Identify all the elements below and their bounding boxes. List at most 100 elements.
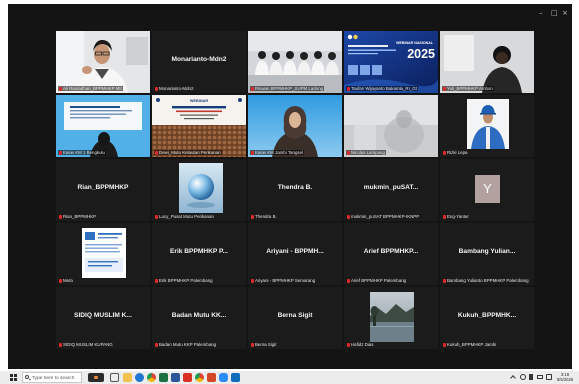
muted-microphone-icon <box>443 150 446 155</box>
muted-microphone-icon <box>155 86 158 91</box>
participant-name-label: Dewi_Mutu Kelautan Perikanan <box>154 150 222 155</box>
participant-name: Lucy_Pusat Mutu Perikanan <box>159 214 214 219</box>
chevron-up-icon[interactable] <box>510 375 516 381</box>
participant-name-tile[interactable]: Erik BPPMHKP P... Erik BPPMHKP Palembang <box>152 223 246 285</box>
taskbar-search-input[interactable] <box>32 374 81 382</box>
volume-icon[interactable] <box>529 374 533 380</box>
windows-start-icon[interactable] <box>10 374 17 381</box>
participant-video-tile[interactable]: Kasie KM Jambi Tangsel <box>248 95 342 157</box>
participant-name-label: Berna Sigit <box>250 342 277 347</box>
participant-display-name: Thendra B. <box>277 184 313 191</box>
participant-profile-photo <box>82 228 126 278</box>
shared-slide-tile[interactable]: Kasie KM 1 Bengkulu <box>56 95 150 157</box>
edge-icon[interactable] <box>135 373 144 382</box>
participant-video-tile[interactable]: Nicolas Lampung <box>344 95 438 157</box>
minimize-button[interactable]: – <box>539 9 543 17</box>
participant-video-tile[interactable]: Yuli_BPPMHKP Ambon <box>440 31 534 93</box>
participant-name-label: Yuli_BPPMHKP Ambon <box>442 86 494 91</box>
participant-photo-tile[interactable]: Meta <box>56 223 150 285</box>
participant-display-name: Badan Mutu KK... <box>171 312 227 319</box>
participant-name-tile[interactable]: Rian_BPPMHKP Rian_BPPMHKP <box>56 159 150 221</box>
taskbar-clock[interactable]: 3:19 5/5/2025 <box>553 372 577 382</box>
participant-video <box>56 31 150 93</box>
word-icon[interactable] <box>171 373 180 382</box>
participant-name: Taufan Wijayanto Bakamla_RI_Gt <box>351 86 417 91</box>
muted-microphone-icon <box>251 86 254 91</box>
avatar: Y <box>475 175 500 203</box>
file-explorer-icon[interactable] <box>123 373 132 382</box>
muted-microphone-icon <box>443 278 446 283</box>
maximize-button[interactable]: □ <box>551 9 558 17</box>
participant-name-tile[interactable]: Ariyani - BPPMH... Ariyani - BPPMHKP Sem… <box>248 223 342 285</box>
muted-microphone-icon <box>59 278 62 283</box>
taskbar-search-box[interactable] <box>22 372 82 383</box>
pdf-icon[interactable] <box>183 373 192 382</box>
muted-microphone-icon <box>59 150 62 155</box>
meeting-window: – □ × Ali Ramadhan_BPPMHKP Mtr Monariant… <box>8 4 572 369</box>
participant-display-name: Erik BPPMHKP P... <box>169 248 229 255</box>
presentation-slide <box>152 95 246 157</box>
participant-name: Berna Sigit <box>255 342 277 347</box>
muted-microphone-icon <box>251 150 254 155</box>
participant-name-tile[interactable]: Berna Sigit Berna Sigit <box>248 287 342 349</box>
participant-video <box>344 95 438 157</box>
muted-microphone-icon <box>155 150 158 155</box>
chrome-icon[interactable] <box>195 373 204 382</box>
participant-name: Rizki Lepa <box>447 150 468 155</box>
participant-name-label: Bambang Yulianto BPPMHKP Palembang <box>442 278 530 283</box>
shared-slide-tile[interactable]: WEBINAR Dewi_Mutu Kelautan Perikanan <box>152 95 246 157</box>
task-view-icon[interactable] <box>110 373 119 382</box>
participant-name-tile[interactable]: Bambang Yulian... Bambang Yulianto BPPMH… <box>440 223 534 285</box>
participant-video <box>248 31 342 93</box>
close-button[interactable]: × <box>562 9 568 17</box>
outlook-icon[interactable] <box>231 373 240 382</box>
participant-photo-tile[interactable]: Lucy_Pusat Mutu Perikanan <box>152 159 246 221</box>
participant-profile-photo <box>467 99 509 149</box>
participant-name-label: mukmin_puSAT BPPMHKP-IKNPP <box>346 214 420 219</box>
participant-name: Erik BPPMHKP Palembang <box>159 278 213 283</box>
participant-name: Kasie KM 1 Bengkulu <box>63 150 105 155</box>
participant-name-tile[interactable]: SIDIQ MUSLIM K... SIDIQ MUSLIM KUPANG <box>56 287 150 349</box>
excel-icon[interactable] <box>159 373 168 382</box>
participant-name: Arief BPPMHKP Palembang <box>351 278 407 283</box>
battery-icon[interactable] <box>537 375 543 379</box>
chrome-icon[interactable] <box>147 373 156 382</box>
shared-slide-tile[interactable]: WEBINAR NASIONAL 2025 Taufan Wijayanto B… <box>344 31 438 93</box>
participant-name-tile[interactable]: mukmin_puSAT... mukmin_puSAT BPPMHKP-IKN… <box>344 159 438 221</box>
powerpoint-icon[interactable] <box>207 373 216 382</box>
app-icon[interactable] <box>88 373 104 382</box>
participant-name-tile[interactable]: Kukuh_BPPMHK... Kukuh_BPPMHKP Jambi <box>440 287 534 349</box>
muted-microphone-icon <box>443 342 446 347</box>
zoom-icon[interactable] <box>219 373 228 382</box>
participant-display-name: Bambang Yulian... <box>458 248 516 255</box>
notification-icon[interactable] <box>546 374 552 380</box>
participant-display-name: SIDIQ MUSLIM K... <box>74 312 132 319</box>
participant-name-label: SIDIQ MUSLIM KUPANG <box>58 342 114 347</box>
participant-name: Meta <box>63 278 73 283</box>
participant-name-label: Lucy_Pusat Mutu Perikanan <box>154 214 215 219</box>
network-icon[interactable] <box>520 374 526 380</box>
participant-name-label: Hafidz Dias <box>346 342 374 347</box>
participant-photo-tile[interactable]: Hafidz Dias <box>344 287 438 349</box>
muted-microphone-icon <box>347 278 350 283</box>
participant-name: Ali Ramadhan_BPPMHKP Mtr <box>63 86 122 91</box>
participant-avatar-tile[interactable]: Y Eng-Yanter <box>440 159 534 221</box>
participant-name: Kasie KM Jambi Tangsel <box>255 150 303 155</box>
muted-microphone-icon <box>59 214 62 219</box>
participant-photo-tile[interactable]: Rizki Lepa <box>440 95 534 157</box>
participant-name: Riswan BPPMHKP_SUPM Ladong <box>255 86 324 91</box>
muted-microphone-icon <box>347 86 350 91</box>
participant-name-label: Thendra B. <box>250 214 278 219</box>
participant-name-label: Meta <box>58 278 74 283</box>
participant-name-tile[interactable]: Monarianto-Mdn2 Monarianto-Mdn2 <box>152 31 246 93</box>
participant-video-tile[interactable]: Ali Ramadhan_BPPMHKP Mtr <box>56 31 150 93</box>
participant-video-tile-active-speaker[interactable]: Riswan BPPMHKP_SUPM Ladong <box>248 31 342 93</box>
participant-name-label: Rian_BPPMHKP <box>58 214 97 219</box>
participant-name-tile[interactable]: Arief BPPMHKP... Arief BPPMHKP Palembang <box>344 223 438 285</box>
participant-display-name: Arief BPPMHKP... <box>363 248 419 255</box>
muted-microphone-icon <box>443 86 446 91</box>
participant-display-name: Ariyani - BPPMH... <box>266 248 324 255</box>
participant-name-label: Kukuh_BPPMHKP Jambi <box>442 342 497 347</box>
participant-name-tile[interactable]: Thendra B. Thendra B. <box>248 159 342 221</box>
participant-name-tile[interactable]: Badan Mutu KK... Badan Mutu KKP Palemban… <box>152 287 246 349</box>
